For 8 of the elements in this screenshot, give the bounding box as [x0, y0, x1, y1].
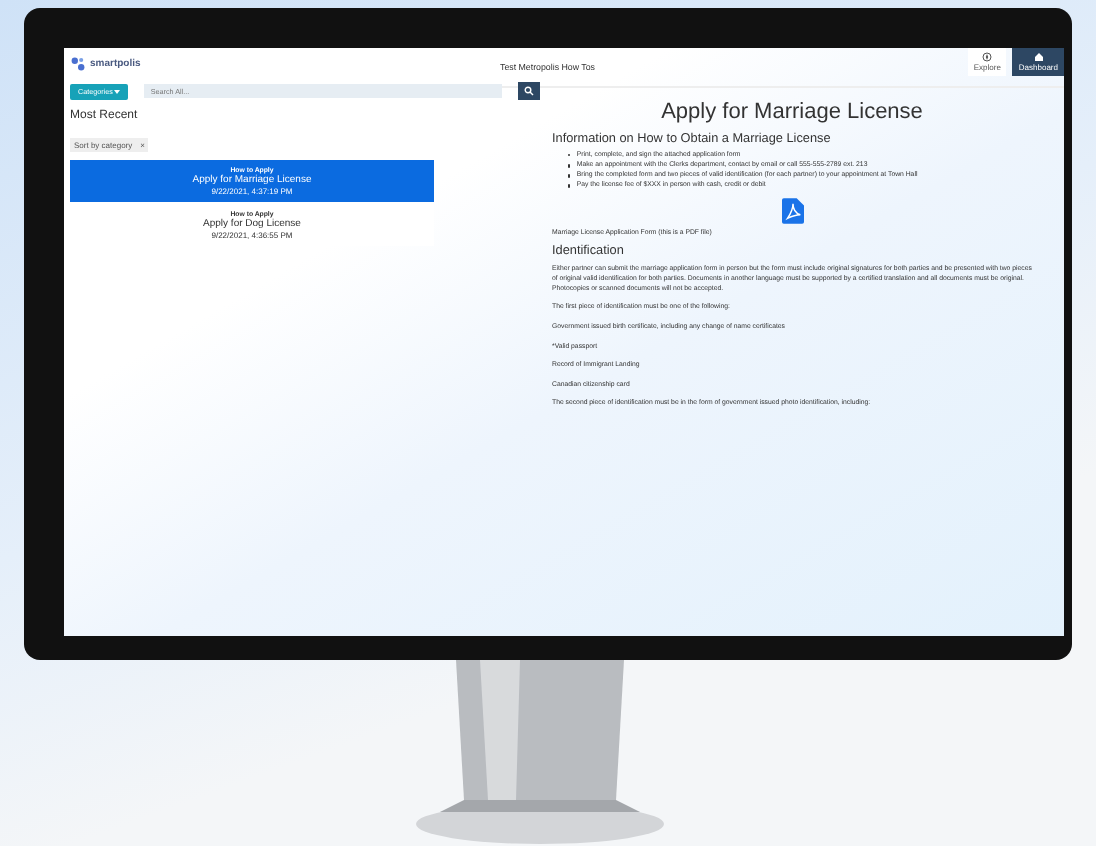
search-icon [524, 86, 534, 96]
pdf-file-icon[interactable] [781, 198, 803, 225]
search-button[interactable] [518, 82, 540, 100]
home-icon [1033, 52, 1044, 62]
article-title: Apply for Marriage License [659, 100, 925, 124]
compass-icon [982, 52, 993, 62]
caret-icon [114, 89, 121, 94]
logo-icon [70, 56, 86, 72]
